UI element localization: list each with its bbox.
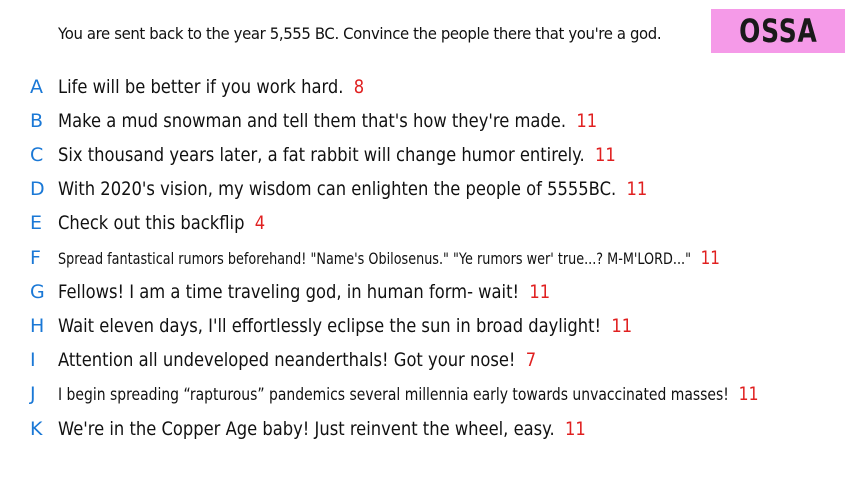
answer-text: I begin spreading “rapturous” pandemics … [58, 385, 729, 405]
answer-letter: E [30, 212, 43, 234]
answer-row: H Wait eleven days, I'll effortlessly ec… [0, 314, 853, 338]
answer-letter: C [30, 144, 44, 166]
answer-letter: G [30, 281, 45, 303]
answer-text: Wait eleven days, I'll effortlessly ecli… [58, 315, 602, 337]
answer-line: Fellows! I am a time traveling god, in h… [58, 280, 550, 304]
answer-score: 11 [611, 315, 633, 337]
answer-line: Life will be better if you work hard. 8 [58, 75, 364, 99]
answer-list: A Life will be better if you work hard. 8… [0, 0, 853, 480]
answer-row: F Spread fantastical rumors beforehand! … [0, 246, 853, 270]
answer-text: We're in the Copper Age baby! Just reinv… [58, 418, 555, 440]
answer-line: Spread fantastical rumors beforehand! "N… [58, 246, 720, 271]
answer-row: E Check out this backflip 4 [0, 211, 853, 235]
answer-letter: H [30, 315, 45, 337]
answer-score: 11 [595, 144, 616, 166]
answer-text: Check out this backflip [58, 212, 245, 234]
answer-score: 7 [525, 349, 537, 371]
answer-line: Attention all undeveloped neanderthals! … [58, 348, 536, 372]
answer-score: 11 [700, 247, 720, 269]
answer-line: Wait eleven days, I'll effortlessly ecli… [58, 314, 632, 338]
answer-text: With 2020's vision, my wisdom can enligh… [58, 178, 617, 200]
answer-text: Fellows! I am a time traveling god, in h… [58, 281, 520, 303]
answer-letter: F [30, 247, 41, 269]
answer-line: Make a mud snowman and tell them that's … [58, 109, 597, 133]
answer-score: 11 [626, 178, 648, 200]
answer-score: 11 [738, 383, 759, 405]
answer-text: Six thousand years later, a fat rabbit w… [58, 144, 585, 166]
answer-row: K We're in the Copper Age baby! Just rei… [0, 417, 853, 441]
answer-letter: J [30, 383, 36, 405]
answer-text: Attention all undeveloped neanderthals! … [58, 349, 516, 371]
answer-text: Life will be better if you work hard. [58, 76, 344, 98]
answer-score: 8 [353, 76, 365, 98]
answer-line: Check out this backflip 4 [58, 211, 265, 235]
answer-letter: D [30, 178, 45, 200]
answer-line: With 2020's vision, my wisdom can enligh… [58, 177, 647, 201]
answer-row: G Fellows! I am a time traveling god, in… [0, 280, 853, 304]
answer-text: Spread fantastical rumors beforehand! "N… [58, 249, 691, 268]
answer-line: I begin spreading “rapturous” pandemics … [58, 382, 759, 407]
answer-line: We're in the Copper Age baby! Just reinv… [58, 417, 586, 441]
answer-row: D With 2020's vision, my wisdom can enli… [0, 177, 853, 201]
answer-row: A Life will be better if you work hard. 8 [0, 75, 853, 99]
answer-score: 4 [254, 212, 266, 234]
answer-letter: A [30, 76, 43, 98]
answer-row: C Six thousand years later, a fat rabbit… [0, 143, 853, 167]
answer-line: Six thousand years later, a fat rabbit w… [58, 143, 616, 167]
answer-letter: B [30, 110, 44, 132]
answer-score: 11 [576, 110, 598, 132]
answer-score: 11 [565, 418, 586, 440]
answer-letter: K [30, 418, 43, 440]
answer-row: B Make a mud snowman and tell them that'… [0, 109, 853, 133]
answer-text: Make a mud snowman and tell them that's … [58, 110, 567, 132]
answer-row: J I begin spreading “rapturous” pandemic… [0, 382, 853, 406]
answer-letter: I [30, 349, 36, 371]
answer-row: I Attention all undeveloped neanderthals… [0, 348, 853, 372]
answer-score: 11 [529, 281, 551, 303]
